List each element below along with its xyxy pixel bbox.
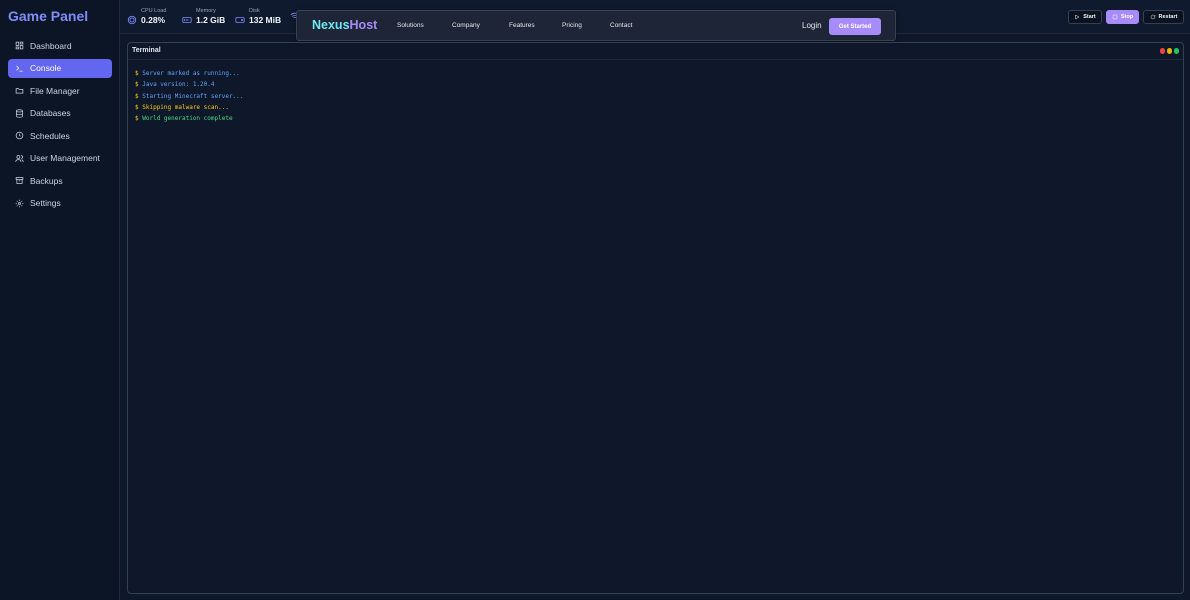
sidebar-item-user-management[interactable]: User Management — [8, 149, 112, 168]
dot-red — [1159, 48, 1165, 54]
start-button-label: Start — [1083, 14, 1096, 20]
sidebar-item-backups[interactable]: Backups — [8, 171, 112, 190]
sidebar-item-label: Dashboard — [30, 40, 72, 51]
sidebar-item-dashboard[interactable]: Dashboard — [8, 36, 112, 55]
sidebar-item-label: User Management — [30, 153, 100, 163]
stat-value: 0.28% — [141, 15, 166, 25]
archive-icon — [15, 176, 24, 185]
gear-icon — [15, 199, 24, 208]
sidebar-item-label: Schedules — [30, 130, 70, 141]
database-icon — [15, 108, 24, 118]
clock-icon — [15, 131, 24, 140]
stop-button[interactable]: Stop — [1106, 10, 1139, 24]
stat-cpu: CPU Load 0.28% — [127, 8, 166, 26]
overlay-navbar: NexusHost Solutions Company Features Pri… — [296, 10, 896, 41]
terminal-output[interactable]: $ Server marked as running... $ Java ver… — [128, 60, 1183, 132]
sidebar-nav: Dashboard Console File Manager Databases — [8, 36, 112, 216]
memory-icon — [182, 12, 192, 23]
restart-button[interactable]: Restart — [1143, 10, 1184, 24]
nav-link-company[interactable]: Company — [452, 22, 480, 29]
logo-text-second: Host — [349, 18, 378, 32]
sidebar-item-label: Settings — [30, 198, 61, 208]
terminal-line: $ Skipping malware scan... — [135, 102, 1176, 113]
nav-link-pricing[interactable]: Pricing — [562, 22, 582, 29]
terminal-line-text: World generation complete — [142, 115, 233, 123]
stat-memory: Memory 1.2 GiB — [182, 8, 225, 26]
terminal-title: Terminal — [132, 47, 161, 54]
nav-link-solutions[interactable]: Solutions — [397, 22, 424, 29]
get-started-button[interactable]: Get Started — [829, 18, 881, 35]
terminal-line: $ Server marked as running... — [135, 68, 1176, 79]
cpu-icon — [127, 12, 137, 25]
folder-icon — [15, 86, 24, 95]
terminal-line-text: Server marked as running... — [142, 70, 240, 77]
login-link[interactable]: Login — [802, 21, 822, 30]
logo-text-first: Nexus — [312, 18, 350, 32]
terminal-line-text: Skipping malware scan... — [142, 103, 229, 111]
stat-label: Memory — [196, 8, 216, 14]
terminal-header: Terminal — [128, 43, 1183, 60]
stat-label: CPU Load — [141, 8, 167, 14]
sidebar-item-file-manager[interactable]: File Manager — [8, 81, 112, 100]
sidebar: Game Panel Dashboard Console File Manage… — [0, 0, 120, 600]
window-dots — [1158, 48, 1179, 54]
stat-label: Disk — [249, 8, 260, 14]
terminal-prompt: $ — [135, 92, 139, 100]
terminal-line: $ Java version: 1.20.4 — [135, 79, 1176, 90]
terminal-icon — [15, 64, 24, 73]
restart-button-label: Restart — [1158, 14, 1178, 20]
nav-link-features[interactable]: Features — [509, 22, 535, 29]
brand-title: Game Panel — [8, 8, 89, 24]
sidebar-item-schedules[interactable]: Schedules — [8, 126, 112, 145]
terminal-prompt: $ — [135, 103, 139, 111]
sidebar-item-label: Console — [30, 63, 62, 73]
dot-green — [1173, 48, 1179, 54]
dot-yellow — [1166, 48, 1172, 54]
sidebar-item-label: Databases — [30, 108, 71, 118]
stat-disk: Disk 132 MiB — [235, 8, 281, 26]
sidebar-item-settings[interactable]: Settings — [8, 194, 112, 213]
play-icon — [1075, 14, 1080, 20]
terminal-prompt: $ — [135, 70, 139, 77]
stop-button-label: Stop — [1120, 14, 1134, 20]
users-icon — [15, 154, 24, 163]
nav-link-contact[interactable]: Contact — [610, 22, 632, 29]
dashboard-icon — [15, 41, 24, 50]
app-root: Game Panel Dashboard Console File Manage… — [0, 0, 1190, 600]
stop-icon — [1112, 14, 1118, 20]
terminal-panel: Terminal $ Server marked as running... $… — [127, 42, 1184, 594]
start-button[interactable]: Start — [1068, 10, 1102, 24]
stat-value: 1.2 GiB — [196, 15, 226, 25]
terminal-prompt: $ — [135, 81, 139, 89]
terminal-line-text: Java version: 1.20.4 — [142, 81, 215, 89]
terminal-line: $ World generation complete — [135, 113, 1176, 124]
overlay-logo[interactable]: NexusHost — [312, 18, 377, 32]
terminal-prompt: $ — [135, 115, 139, 123]
terminal-line-text: Starting Minecraft server... — [142, 92, 244, 100]
stat-value: 132 MiB — [249, 15, 282, 25]
sidebar-item-label: Backups — [30, 175, 63, 186]
sidebar-item-databases[interactable]: Databases — [8, 104, 112, 123]
sidebar-item-label: File Manager — [30, 85, 80, 96]
disk-icon — [235, 12, 245, 23]
terminal-line: $ Starting Minecraft server... — [135, 91, 1176, 102]
refresh-icon — [1150, 14, 1155, 20]
sidebar-item-console[interactable]: Console — [8, 58, 112, 78]
